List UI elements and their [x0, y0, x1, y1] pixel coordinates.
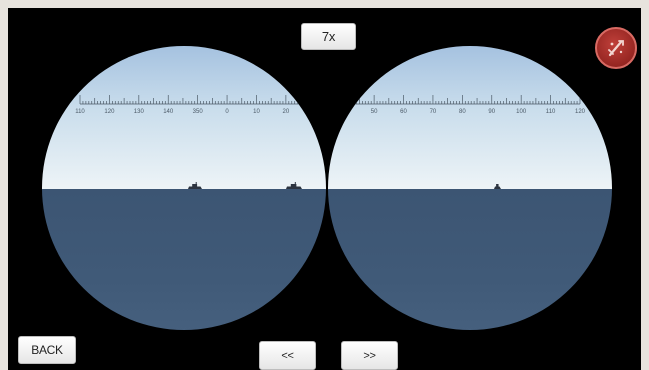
- fire-icon: [608, 40, 624, 57]
- compass-label: 110: [546, 109, 556, 115]
- compass-label: 350: [193, 109, 204, 115]
- previous-target-button[interactable]: <<: [259, 341, 316, 370]
- compass-label: 50: [371, 109, 378, 115]
- lens-view: 110 120 130 140 350 0 10 20 30 40 50 60 70 80 90 100 110…: [42, 46, 612, 330]
- sea: [42, 189, 612, 330]
- back-button[interactable]: BACK: [18, 336, 76, 364]
- compass-label: 130: [134, 109, 145, 115]
- next-target-button[interactable]: >>: [341, 341, 398, 370]
- compass-label: 20: [283, 109, 290, 115]
- compass-label: 70: [430, 109, 437, 115]
- compass-label: 120: [575, 109, 586, 115]
- compass-label: 60: [400, 109, 407, 115]
- binocular-scene: 110 120 130 140 350 0 10 20 30 40 50 60 70 80 90 100 110…: [42, 46, 612, 330]
- compass-label: 10: [253, 109, 260, 115]
- zoom-button[interactable]: 7x: [301, 23, 356, 50]
- compass-label: 40: [341, 109, 348, 115]
- compass-label: 30: [312, 109, 319, 115]
- binocular-view: 110 120 130 140 350 0 10 20 30 40 50 60 70 80 90 100 110…: [8, 8, 641, 370]
- compass-label: 100: [516, 109, 527, 115]
- fire-button[interactable]: [595, 27, 637, 69]
- compass-label: 80: [459, 109, 466, 115]
- compass-label: 110: [75, 109, 85, 115]
- compass-label: 140: [163, 109, 174, 115]
- compass-label: 90: [488, 109, 495, 115]
- compass-label: 120: [104, 109, 115, 115]
